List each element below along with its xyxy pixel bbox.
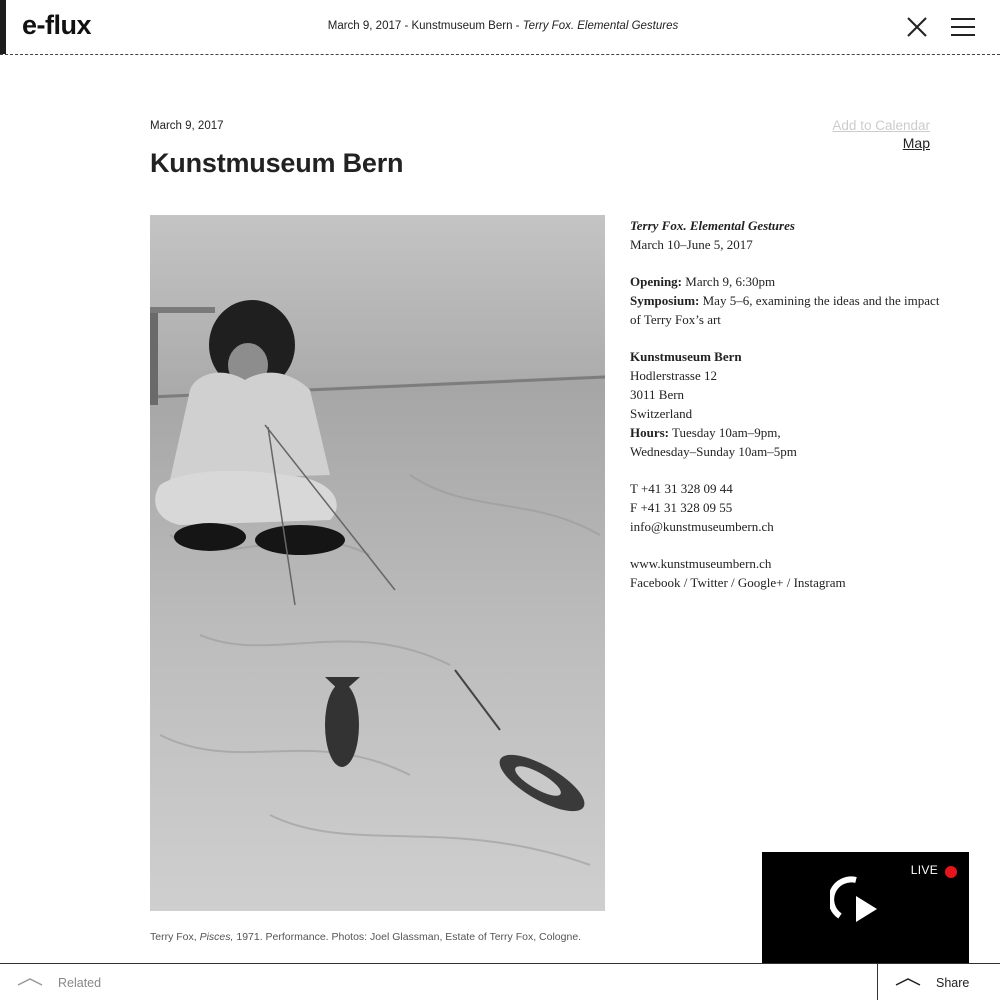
bottom-bar: Related Share (0, 963, 1000, 1000)
phone-number[interactable]: T +41 31 328 09 44 (630, 479, 950, 498)
venue-street: Hodlerstrasse 12 (630, 368, 718, 383)
exhibition-block: Terry Fox. Elemental Gestures March 10–J… (630, 216, 950, 254)
venue-city: 3011 Bern (630, 387, 685, 402)
opening-label: Opening: (630, 274, 683, 289)
close-button[interactable] (905, 15, 929, 39)
symposium-line: Symposium: May 5–6, examining the ideas … (630, 291, 950, 310)
hours-label: Hours: (630, 425, 669, 440)
header-accent-bar (0, 0, 6, 54)
menu-icon-line (951, 26, 975, 28)
site-header: e-flux March 9, 2017 - Kunstmuseum Bern … (0, 0, 1000, 55)
share-label: Share (936, 976, 970, 990)
play-icon[interactable] (830, 876, 890, 936)
exhibition-title: Terry Fox. Elemental Gestures (630, 218, 795, 233)
related-button[interactable]: Related (0, 964, 878, 1000)
caption-artist: Terry Fox, (150, 931, 200, 943)
hours-value-cont: Wednesday–Sunday 10am–5pm (630, 444, 797, 459)
venue-country: Switzerland (630, 406, 693, 421)
menu-button[interactable] (951, 16, 975, 38)
symposium-label: Symposium: (630, 293, 700, 308)
menu-icon-line (951, 34, 975, 36)
social-links[interactable]: Facebook / Twitter / Google+ / Instagram (630, 573, 950, 592)
chevron-up-icon (17, 978, 43, 986)
e-flux-logo[interactable]: e-flux (22, 10, 92, 41)
live-label: LIVE (910, 863, 938, 877)
opening-value: March 9, 6:30pm (682, 274, 776, 289)
caption-work-title: Pisces, (199, 931, 234, 943)
live-video-player[interactable]: LIVE (762, 852, 969, 967)
venue-block: Kunstmuseum Bern Hodlerstrasse 12 3011 B… (630, 347, 950, 461)
header-breadcrumb: March 9, 2017 - Kunstmuseum Bern - Terry… (250, 20, 756, 32)
photo-caption: Terry Fox, Pisces, 1971. Performance. Ph… (150, 931, 581, 943)
article-date: March 9, 2017 (150, 120, 224, 132)
map-link[interactable]: Map (903, 135, 930, 151)
artwork-photo (150, 215, 605, 911)
email-link[interactable]: info@kunstmuseumbern.ch (630, 517, 950, 536)
symposium-value-cont: of Terry Fox’s art (630, 312, 721, 327)
menu-icon (951, 18, 975, 20)
page-title: Kunstmuseum Bern (150, 148, 404, 178)
events-block: Opening: March 9, 6:30pm Symposium: May … (630, 272, 950, 329)
symposium-value: May 5–6, examining the ideas and the imp… (699, 293, 940, 308)
hours-value: Tuesday 10am–9pm, (669, 425, 781, 440)
links-block: www.kunstmuseumbern.ch Facebook / Twitte… (630, 554, 950, 592)
event-info: Terry Fox. Elemental Gestures March 10–J… (630, 216, 950, 610)
opening-line: Opening: March 9, 6:30pm (630, 272, 950, 291)
website-link[interactable]: www.kunstmuseumbern.ch (630, 554, 950, 573)
related-label: Related (58, 976, 102, 990)
exhibition-dates: March 10–June 5, 2017 (630, 237, 753, 252)
live-indicator-dot (945, 866, 957, 878)
close-icon (907, 17, 927, 37)
header-breadcrumb-exhibition: Terry Fox. Elemental Gestures (522, 20, 679, 32)
chevron-up-icon (895, 978, 921, 986)
caption-credit: 1971. Performance. Photos: Joel Glassman… (233, 931, 582, 943)
fax-number: F +41 31 328 09 55 (630, 500, 733, 515)
venue-name-text: Kunstmuseum Bern (630, 349, 742, 364)
contact-block: T +41 31 328 09 44 F +41 31 328 09 55 in… (630, 479, 950, 536)
share-button[interactable]: Share (877, 964, 1000, 1000)
header-breadcrumb-prefix: March 9, 2017 - Kunstmuseum Bern - (327, 20, 523, 32)
venue-name: Kunstmuseum Bern (630, 347, 950, 366)
hours-line: Hours: Tuesday 10am–9pm, (630, 423, 950, 442)
add-to-calendar-link[interactable]: Add to Calendar (832, 118, 930, 133)
